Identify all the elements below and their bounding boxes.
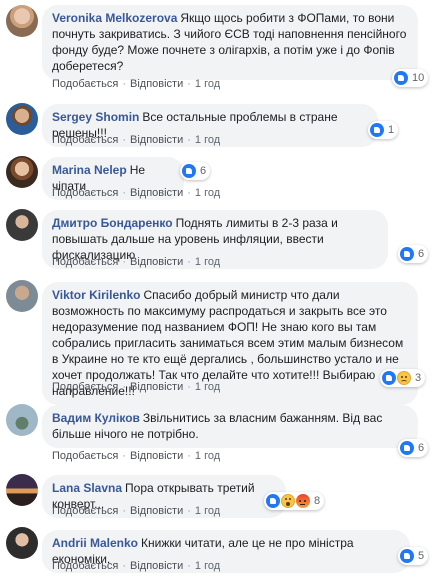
reply-link[interactable]: Відповісти — [130, 134, 183, 146]
reply-link[interactable]: Відповісти — [130, 187, 183, 199]
comment-bubble: Veronika Melkozerova Якщо щось робити з Ф… — [42, 5, 418, 80]
reaction-badge[interactable]: 6 — [398, 439, 429, 457]
comment-actions: Подобається · Відповісти · 1 год — [52, 380, 220, 394]
like-icon — [400, 247, 414, 261]
comment-actions: Подобається · Відповісти · 1 год — [52, 559, 220, 573]
separator: · — [187, 78, 191, 90]
separator: · — [187, 381, 191, 393]
reaction-count: 3 — [415, 372, 422, 384]
reaction-badge[interactable]: 6 — [180, 162, 211, 180]
like-icon — [400, 441, 414, 455]
reaction-count: 6 — [418, 442, 425, 454]
separator: · — [122, 134, 126, 146]
wow-icon — [281, 494, 295, 508]
separator: · — [187, 505, 191, 517]
reaction-count: 8 — [314, 495, 321, 507]
separator: · — [122, 78, 126, 90]
reply-link[interactable]: Відповісти — [130, 256, 183, 268]
comment-author[interactable]: Lana Slavna — [52, 481, 122, 495]
timestamp[interactable]: 1 год — [195, 78, 220, 90]
reply-link[interactable]: Відповісти — [130, 381, 183, 393]
like-icon — [182, 164, 196, 178]
separator: · — [122, 256, 126, 268]
timestamp[interactable]: 1 год — [195, 560, 220, 572]
separator: · — [187, 560, 191, 572]
reaction-count: 6 — [418, 248, 425, 260]
reaction-count: 5 — [418, 550, 425, 562]
avatar[interactable] — [6, 156, 38, 188]
comment-actions: Подобається · Відповісти · 1 год — [52, 133, 220, 147]
comment-actions: Подобається · Відповісти · 1 год — [52, 186, 220, 200]
timestamp[interactable]: 1 год — [195, 256, 220, 268]
separator: · — [122, 381, 126, 393]
comment-actions: Подобається · Відповісти · 1 год — [52, 504, 220, 518]
comment-author[interactable]: Sergey Shomin — [52, 110, 139, 124]
comment-author[interactable]: Вадим Куліков — [52, 411, 140, 425]
comment-author[interactable]: Viktor Kirilenko — [52, 288, 140, 302]
reply-link[interactable]: Відповісти — [130, 505, 183, 517]
avatar[interactable] — [6, 103, 38, 135]
timestamp[interactable]: 1 год — [195, 134, 220, 146]
reaction-badge[interactable]: 10 — [392, 69, 429, 87]
like-link[interactable]: Подобається — [52, 381, 118, 393]
reply-link[interactable]: Відповісти — [130, 78, 183, 90]
like-icon — [400, 549, 414, 563]
like-link[interactable]: Подобається — [52, 256, 118, 268]
avatar[interactable] — [6, 280, 38, 312]
avatar[interactable] — [6, 474, 38, 506]
separator: · — [122, 450, 126, 462]
comment-author[interactable]: Andrii Malenko — [52, 536, 138, 550]
separator: · — [187, 450, 191, 462]
comment-author[interactable]: Дмитро Бондаренко — [52, 216, 173, 230]
comment-actions: Подобається · Відповісти · 1 год — [52, 255, 220, 269]
like-link[interactable]: Подобається — [52, 187, 118, 199]
timestamp[interactable]: 1 год — [195, 505, 220, 517]
like-link[interactable]: Подобається — [52, 78, 118, 90]
timestamp[interactable]: 1 год — [195, 187, 220, 199]
avatar[interactable] — [6, 209, 38, 241]
like-icon — [382, 371, 396, 385]
angry-icon — [296, 494, 310, 508]
like-icon — [370, 123, 384, 137]
avatar[interactable] — [6, 527, 38, 559]
separator: · — [187, 187, 191, 199]
comment-author[interactable]: Veronika Melkozerova — [52, 11, 177, 25]
reaction-badge[interactable]: 8 — [264, 492, 325, 510]
like-link[interactable]: Подобається — [52, 450, 118, 462]
reaction-badge[interactable]: 1 — [368, 121, 399, 139]
like-icon — [266, 494, 280, 508]
sad-icon — [397, 371, 411, 385]
reaction-count: 1 — [388, 124, 395, 136]
reaction-count: 6 — [200, 165, 207, 177]
like-link[interactable]: Подобається — [52, 560, 118, 572]
timestamp[interactable]: 1 год — [195, 381, 220, 393]
reaction-badge[interactable]: 5 — [398, 547, 429, 565]
like-link[interactable]: Подобається — [52, 505, 118, 517]
comment-actions: Подобається · Відповісти · 1 год — [52, 449, 220, 463]
reply-link[interactable]: Відповісти — [130, 560, 183, 572]
separator: · — [187, 256, 191, 268]
comment-bubble: Вадим Куліков Звільнитись за власним бажа… — [42, 405, 418, 448]
separator: · — [122, 505, 126, 517]
separator: · — [122, 187, 126, 199]
like-link[interactable]: Подобається — [52, 134, 118, 146]
separator: · — [122, 560, 126, 572]
comment-actions: Подобається · Відповісти · 1 год — [52, 77, 220, 91]
timestamp[interactable]: 1 год — [195, 450, 220, 462]
separator: · — [187, 134, 191, 146]
like-icon — [394, 71, 408, 85]
reply-link[interactable]: Відповісти — [130, 450, 183, 462]
reaction-badge[interactable]: 6 — [398, 245, 429, 263]
reaction-badge[interactable]: 3 — [380, 369, 426, 387]
avatar[interactable] — [6, 404, 38, 436]
reaction-count: 10 — [412, 72, 425, 84]
avatar[interactable] — [6, 5, 38, 37]
comment-author[interactable]: Marina Nelep — [52, 163, 127, 177]
